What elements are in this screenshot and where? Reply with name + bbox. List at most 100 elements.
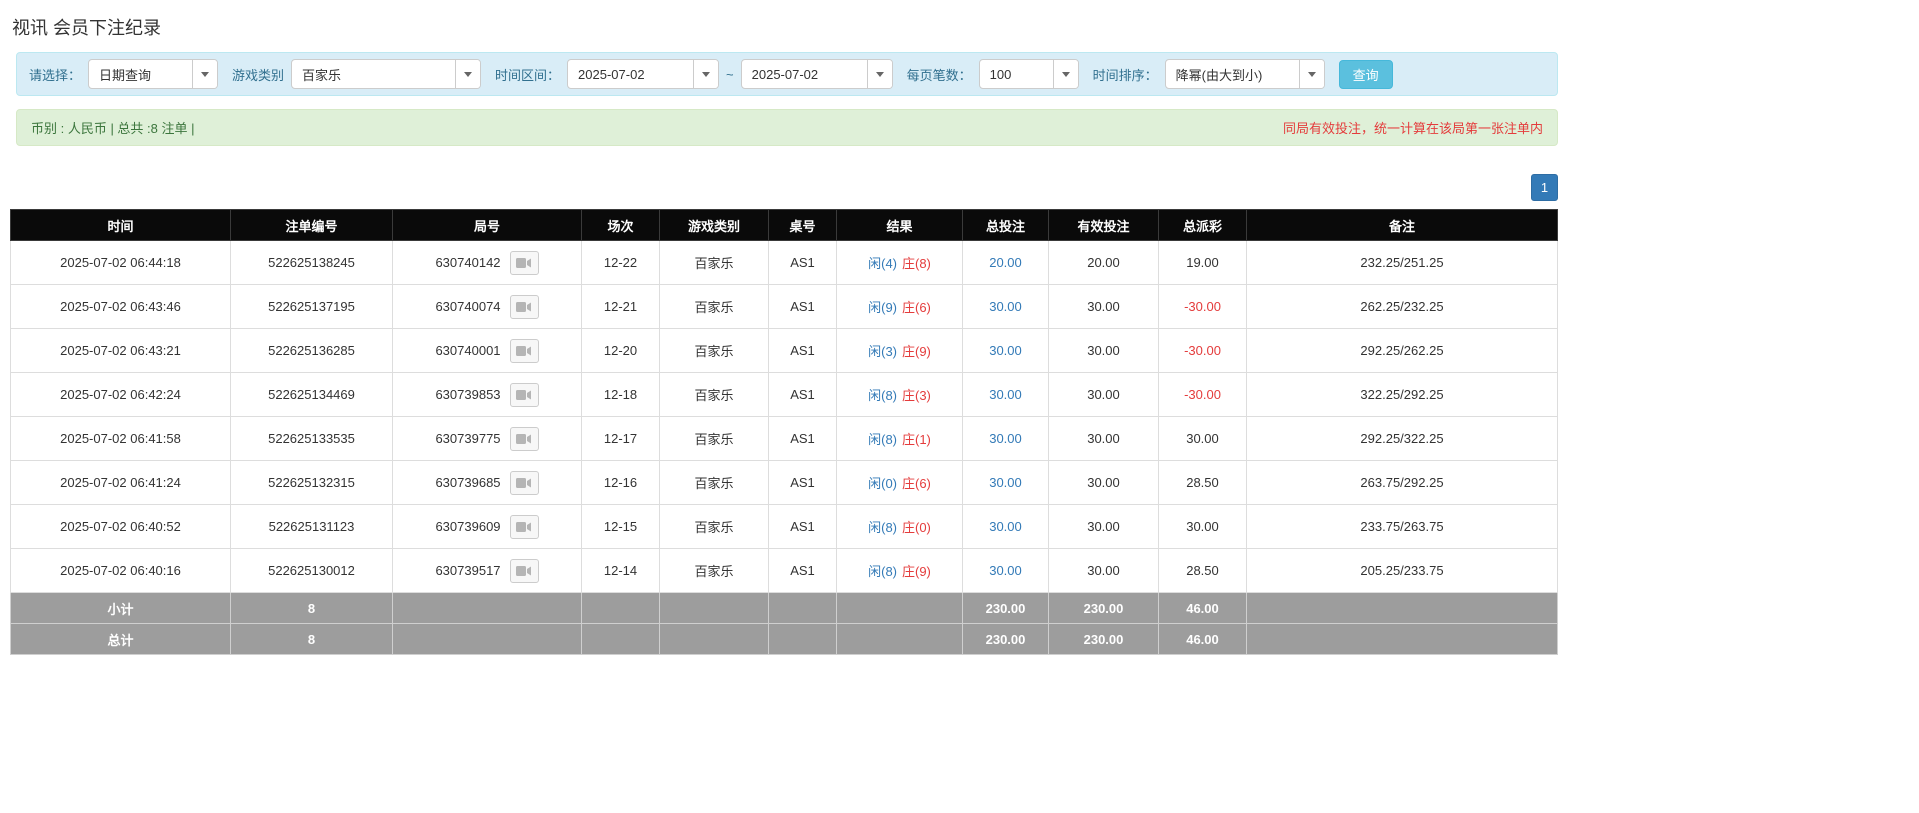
select-type-dropdown[interactable]: 日期查询 [88,59,219,89]
subtotal-payout: 46.00 [1158,592,1247,624]
date-to-value[interactable]: 2025-07-02 [742,60,867,88]
caret-down-icon [1061,71,1070,77]
video-replay-button[interactable] [509,294,539,319]
sort-caret-button[interactable] [1298,60,1324,88]
bet-id-cell: 522625133535 [230,416,393,461]
valid-bet-cell: 30.00 [1048,548,1159,593]
note-cell: 262.25/232.25 [1246,284,1558,329]
total-count: 8 [230,623,393,655]
video-replay-button[interactable] [509,558,539,583]
date-from-caret-button[interactable] [693,60,719,88]
result-cell: 闲(0) 庄(6) [836,460,963,505]
total-bet-link[interactable]: 20.00 [989,255,1022,270]
payout-cell: -30.00 [1158,328,1247,373]
game-type-cell: 百家乐 [659,284,769,329]
session-cell: 12-16 [581,460,660,505]
total-bet-link[interactable]: 30.00 [989,343,1022,358]
note-cell: 233.75/263.75 [1246,504,1558,549]
payout-cell: 28.50 [1158,460,1247,505]
page-size-caret-button[interactable] [1052,60,1078,88]
total-bet-link[interactable]: 30.00 [989,519,1022,534]
result-cell: 闲(8) 庄(9) [836,548,963,593]
time-cell: 2025-07-02 06:42:24 [10,372,231,417]
page-size-dropdown[interactable]: 100 [978,59,1079,89]
table-number-cell: AS1 [768,460,837,505]
caret-down-icon [1307,71,1316,77]
table-number-cell: AS1 [768,416,837,461]
game-type-cell: 百家乐 [659,372,769,417]
header-round: 局号 [392,209,582,241]
payout-cell: 30.00 [1158,416,1247,461]
select-type-value[interactable]: 日期查询 [89,60,192,88]
search-button[interactable]: 查询 [1338,59,1393,89]
video-replay-button[interactable] [509,514,539,539]
sort-dropdown[interactable]: 降幂(由大到小) [1164,59,1325,89]
total-bet-link[interactable]: 30.00 [989,387,1022,402]
time-cell: 2025-07-02 06:41:58 [10,416,231,461]
table-row: 2025-07-02 06:40:16 522625130012 6307395… [10,548,1558,593]
note-cell: 322.25/292.25 [1246,372,1558,417]
select-type-caret-button[interactable] [192,60,218,88]
note-cell: 292.25/322.25 [1246,416,1558,461]
total-bet-cell: 30.00 [962,504,1049,549]
header-session: 场次 [581,209,660,241]
subtotal-total-bet: 230.00 [962,592,1049,624]
video-replay-button[interactable] [509,426,539,451]
video-replay-button[interactable] [509,250,539,275]
game-type-dropdown[interactable]: 百家乐 [291,59,482,89]
page-1-button[interactable]: 1 [1531,174,1558,201]
video-camera-icon [516,477,532,488]
session-cell: 12-22 [581,240,660,285]
range-separator: ~ [726,66,734,82]
header-bet-id: 注单编号 [230,209,393,241]
header-table-number: 桌号 [768,209,837,241]
round-number: 630739775 [435,431,501,446]
total-bet-link[interactable]: 30.00 [989,299,1022,314]
page-size-label: 每页笔数： [906,67,972,83]
result-cell: 闲(8) 庄(1) [836,416,963,461]
total-bet-cell: 30.00 [962,328,1049,373]
game-type-caret-button[interactable] [455,60,481,88]
table-row: 2025-07-02 06:41:58 522625133535 6307397… [10,416,1558,461]
table-number-cell: AS1 [768,372,837,417]
date-from-value[interactable]: 2025-07-02 [568,60,693,88]
page-size-value[interactable]: 100 [980,60,1053,88]
time-cell: 2025-07-02 06:43:46 [10,284,231,329]
result-cell: 闲(9) 庄(6) [836,284,963,329]
video-replay-button[interactable] [509,470,539,495]
game-type-cell: 百家乐 [659,460,769,505]
session-cell: 12-18 [581,372,660,417]
game-type-value[interactable]: 百家乐 [292,60,455,88]
round-number: 630740142 [435,255,501,270]
time-cell: 2025-07-02 06:41:24 [10,460,231,505]
header-payout: 总派彩 [1158,209,1247,241]
total-payout: 46.00 [1158,623,1247,655]
table-row: 2025-07-02 06:42:24 522625134469 6307398… [10,372,1558,417]
date-from-picker[interactable]: 2025-07-02 [567,59,720,89]
date-to-caret-button[interactable] [866,60,892,88]
video-camera-icon [516,345,532,356]
header-valid-bet: 有效投注 [1048,209,1159,241]
bet-id-cell: 522625137195 [230,284,393,329]
filter-bar: 请选择： 日期查询 游戏类别 百家乐 时间区间： 2025-07-02 ~ 20… [16,52,1558,96]
total-bet-cell: 30.00 [962,548,1049,593]
game-type-cell: 百家乐 [659,416,769,461]
result-player: 闲(9) [868,300,897,315]
total-bet-link[interactable]: 30.00 [989,563,1022,578]
payout-cell: 30.00 [1158,504,1247,549]
sort-value[interactable]: 降幂(由大到小) [1166,60,1299,88]
date-to-picker[interactable]: 2025-07-02 [740,59,893,89]
video-replay-button[interactable] [509,382,539,407]
filter-group-select: 请选择： 日期查询 [29,59,219,89]
subtotal-row: 小计 8 230.00 230.00 46.00 [10,592,1558,624]
table-row: 2025-07-02 06:43:46 522625137195 6307400… [10,284,1558,329]
total-bet-link[interactable]: 30.00 [989,475,1022,490]
round-cell: 630739517 [392,548,582,593]
round-number: 630740001 [435,343,501,358]
total-bet-link[interactable]: 30.00 [989,431,1022,446]
result-cell: 闲(4) 庄(8) [836,240,963,285]
result-cell: 闲(3) 庄(9) [836,328,963,373]
video-replay-button[interactable] [509,338,539,363]
result-banker: 庄(9) [902,564,931,579]
payout-cell: -30.00 [1158,372,1247,417]
